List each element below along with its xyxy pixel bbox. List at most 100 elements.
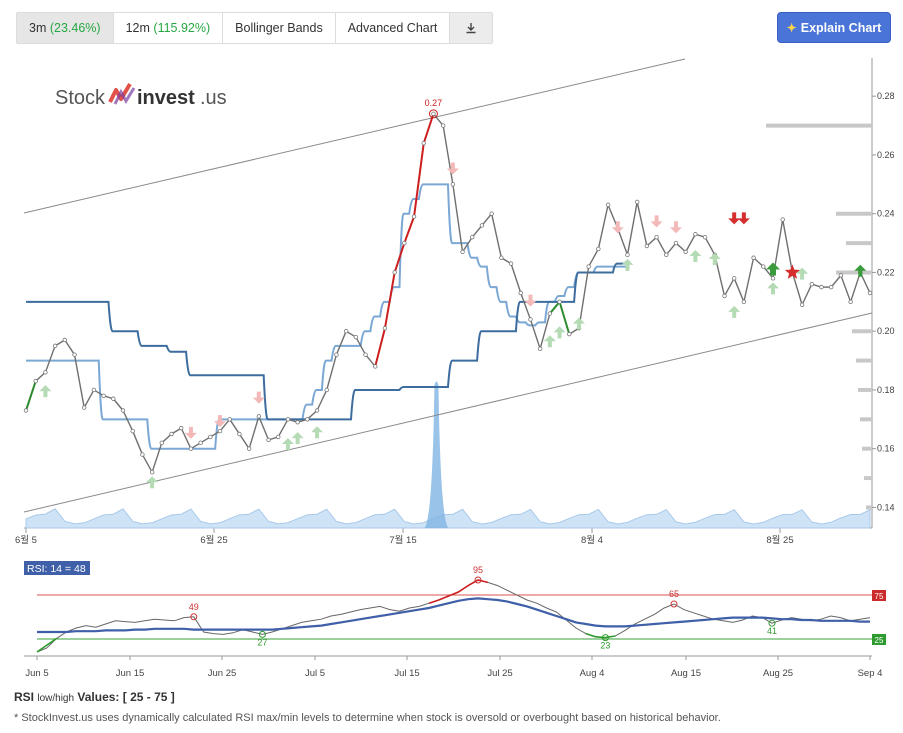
price-point xyxy=(557,299,562,305)
price-segment xyxy=(452,184,464,252)
price-segment xyxy=(849,272,861,303)
rsi-chart: RSI: 14 = 48 75 25 492795236541 Jun 5 Jun… xyxy=(24,561,886,679)
rsi-line xyxy=(36,579,871,653)
price-point xyxy=(266,437,271,443)
price-point xyxy=(664,252,669,258)
sell-arrow-icon xyxy=(252,391,265,404)
rsi-x-ticks: Jun 5 Jun 15 Jun 25 Jul 5 Jul 15 Jul 25 Aug 4 A… xyxy=(25,656,882,679)
rsi-x-tick-label: Aug 15 xyxy=(671,668,701,679)
price-point xyxy=(82,405,87,410)
price-point xyxy=(799,302,805,307)
price-point xyxy=(819,284,824,290)
price-point xyxy=(683,249,688,255)
buy-arrow-icon xyxy=(689,250,702,262)
price-segment xyxy=(840,275,852,303)
price-point xyxy=(363,352,368,357)
x-tick-label: 6월 25 xyxy=(200,534,227,546)
price-segment xyxy=(64,339,76,356)
rsi-x-tick-label: Aug 25 xyxy=(763,668,793,679)
price-segment xyxy=(335,330,347,355)
price-point xyxy=(305,417,310,422)
price-segment xyxy=(374,328,386,367)
x-axis-ticks: 6월 5 6월 25 7월 15 8월 4 8월 25 xyxy=(15,528,794,546)
buy-arrow-icon xyxy=(621,258,634,271)
price-point xyxy=(72,352,77,357)
price-point xyxy=(741,299,747,305)
price-point xyxy=(101,393,106,399)
sell-arrow-icon xyxy=(184,426,197,439)
volume-spike xyxy=(424,381,449,528)
buy-arrow-icon xyxy=(146,476,159,489)
rsi-label: RSI: 14 = 48 xyxy=(27,563,86,575)
price-point xyxy=(237,431,242,437)
price-segment xyxy=(626,201,638,255)
price-point xyxy=(246,446,252,451)
price-point xyxy=(547,311,553,316)
price-point xyxy=(450,182,456,187)
stockinvest-logo: Stock invest .us xyxy=(55,82,227,109)
y-tick-label: 0.24 xyxy=(877,209,895,219)
price-segment xyxy=(490,213,503,258)
price-point xyxy=(411,214,417,219)
y-tick-label: 0.18 xyxy=(877,385,895,395)
price-point xyxy=(431,111,436,117)
price-point xyxy=(149,469,155,475)
y-tick-label: 0.28 xyxy=(877,91,895,101)
price-segment xyxy=(44,345,56,373)
peak-label: 0.27 xyxy=(425,98,443,108)
price-point xyxy=(392,270,397,275)
buy-arrow-icon xyxy=(311,426,324,439)
price-point xyxy=(460,249,465,255)
price-point xyxy=(324,387,329,393)
price-segment xyxy=(636,201,648,247)
price-point xyxy=(169,431,174,437)
price-point xyxy=(702,234,708,240)
y-axis-ticks: 0.14 0.16 0.18 0.20 0.22 0.24 0.26 0.28 xyxy=(872,91,895,512)
price-chart: Stock invest .us 0.14 0.16 0.18 0.20 0.22 0.2… xyxy=(15,58,895,546)
logo-text-left: Stock xyxy=(55,87,106,109)
price-segment xyxy=(597,204,609,250)
price-point xyxy=(91,387,97,393)
price-segment xyxy=(141,454,153,473)
price-point xyxy=(52,343,58,349)
price-point xyxy=(596,246,601,252)
price-segment xyxy=(549,301,561,315)
price-segment xyxy=(83,389,95,408)
rsi-extreme-label: 41 xyxy=(767,626,777,636)
price-point xyxy=(188,446,194,451)
price-point xyxy=(780,217,785,222)
sell-arrow-icon xyxy=(669,221,682,234)
rsi-caption-title: RSI xyxy=(14,690,35,704)
price-segment xyxy=(830,274,842,288)
x-tick-label: 8월 25 xyxy=(766,534,793,546)
price-segment xyxy=(723,277,735,297)
y-tick-label: 0.16 xyxy=(877,444,895,454)
price-segment xyxy=(471,224,483,238)
buy-arrow-icon xyxy=(796,267,809,280)
price-segment xyxy=(510,263,522,294)
price-point xyxy=(848,299,853,305)
price-point xyxy=(673,240,679,246)
price-point xyxy=(722,293,727,299)
footnote: * StockInvest.us uses dynamically calcul… xyxy=(14,712,721,724)
trend-channel-upper xyxy=(23,58,686,214)
buy-arrow-icon xyxy=(39,385,52,398)
price-point xyxy=(828,284,834,290)
rsi-extreme-label: 23 xyxy=(600,641,610,651)
rsi-annotations: 49 27 95 23 65 41 xyxy=(189,565,777,651)
price-segment xyxy=(112,398,124,411)
price-segment xyxy=(442,125,454,185)
price-series xyxy=(23,109,873,475)
price-point xyxy=(499,255,504,260)
price-segment xyxy=(383,272,396,329)
price-point xyxy=(731,276,737,281)
price-segment xyxy=(365,354,376,367)
price-point xyxy=(838,273,844,278)
x-tick-label: 6월 5 xyxy=(15,534,37,546)
price-point xyxy=(654,234,659,240)
price-segment xyxy=(801,283,813,306)
price-point xyxy=(567,331,572,337)
price-point xyxy=(867,290,873,296)
price-segment xyxy=(743,257,755,302)
rsi-moving-average xyxy=(37,597,870,634)
